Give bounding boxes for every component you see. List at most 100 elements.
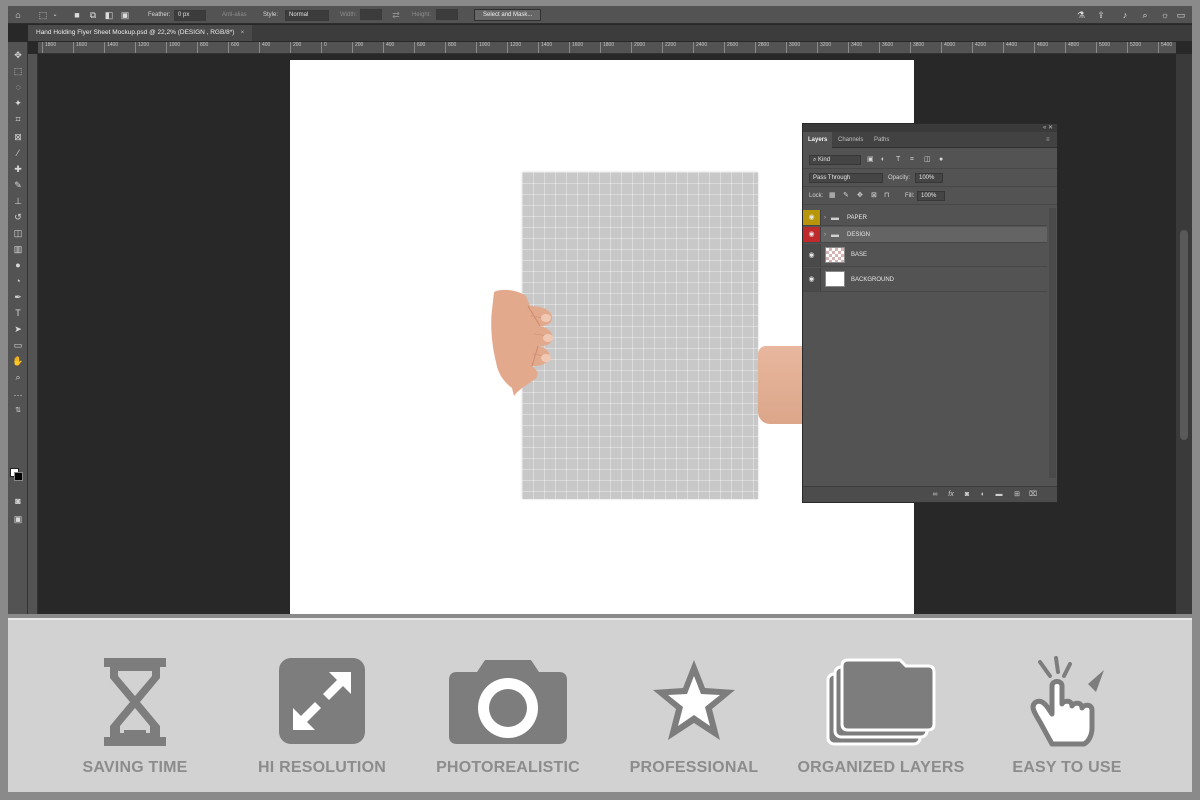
new-selection-icon[interactable]: ■ bbox=[70, 8, 84, 22]
visibility-eye-icon[interactable]: ◉ bbox=[803, 244, 821, 266]
layer-style-icon[interactable]: fx bbox=[945, 489, 957, 500]
visibility-eye-icon[interactable]: ◉ bbox=[803, 268, 821, 291]
layer-row-design[interactable]: ◉ › ▬ DESIGN bbox=[803, 227, 1047, 243]
canvas-scrollbar[interactable] bbox=[1176, 54, 1192, 614]
filter-type-icon[interactable]: T bbox=[896, 155, 900, 166]
tab-channels[interactable]: Channels bbox=[833, 132, 868, 148]
quick-mask-icon[interactable]: ◙ bbox=[11, 494, 25, 508]
ruler-tick: 400 bbox=[259, 42, 270, 53]
lock-position-icon[interactable]: ✥ bbox=[857, 191, 863, 202]
adjustment-layer-icon[interactable]: ◐ bbox=[977, 489, 989, 500]
blend-mode-select[interactable]: Pass Through bbox=[809, 173, 883, 183]
move-tool-icon[interactable]: ✥ bbox=[11, 48, 25, 62]
eyedropper-tool-icon[interactable]: ⁄ bbox=[11, 146, 25, 160]
brush-tool-icon[interactable]: ✎ bbox=[11, 178, 25, 192]
ruler-tick: 800 bbox=[197, 42, 208, 53]
fill-input[interactable]: 100% bbox=[917, 191, 945, 201]
workspace-icon[interactable]: ▭ bbox=[1174, 8, 1188, 22]
visibility-eye-icon[interactable]: ◉ bbox=[803, 210, 821, 225]
feature-label: HI RESOLUTION bbox=[258, 759, 386, 776]
intersect-selection-icon[interactable]: ▣ bbox=[118, 8, 132, 22]
scrollbar-thumb[interactable] bbox=[1180, 230, 1188, 440]
eraser-tool-icon[interactable]: ◫ bbox=[11, 226, 25, 240]
height-input[interactable] bbox=[436, 9, 458, 20]
screen-mode-icon[interactable]: ▣ bbox=[11, 512, 25, 526]
search-icon[interactable]: ⌕ bbox=[1138, 8, 1152, 22]
close-tab-icon[interactable]: × bbox=[240, 29, 244, 36]
filter-shape-icon[interactable]: ⌗ bbox=[910, 155, 914, 166]
history-brush-tool-icon[interactable]: ↺ bbox=[11, 210, 25, 224]
ruler-tick: 4400 bbox=[1003, 42, 1017, 53]
lock-artboard-icon[interactable]: ⊠ bbox=[871, 191, 877, 202]
dodge-tool-icon[interactable]: ◔ bbox=[11, 274, 25, 288]
visibility-eye-icon[interactable]: ◉ bbox=[803, 227, 821, 242]
pen-tool-icon[interactable]: ✒ bbox=[11, 290, 25, 304]
layer-row-base[interactable]: ◉ BASE bbox=[803, 244, 1047, 267]
tab-layers[interactable]: Layers bbox=[803, 132, 833, 148]
link-layers-icon[interactable]: ∞ bbox=[929, 489, 941, 500]
swap-colors-icon[interactable]: ⇅ bbox=[11, 404, 25, 418]
anti-alias-checkbox[interactable]: Anti-alias bbox=[222, 9, 247, 21]
lock-transparency-icon[interactable]: ▦ bbox=[829, 191, 836, 202]
opacity-input[interactable]: 100% bbox=[915, 173, 943, 183]
add-selection-icon[interactable]: ⧉ bbox=[86, 8, 100, 22]
lock-all-icon[interactable]: ⊓ bbox=[884, 191, 889, 202]
crop-tool-icon[interactable]: ⌗ bbox=[11, 112, 25, 126]
clone-stamp-tool-icon[interactable]: ⊥ bbox=[11, 194, 25, 208]
lock-label: Lock: bbox=[809, 193, 824, 199]
marquee-tool-icon[interactable]: ⬚ bbox=[11, 64, 25, 78]
tools-panel: ✥ ⬚ ◌ ✦ ⌗ ⊠ ⁄ ✚ ✎ ⊥ ↺ ◫ ▥ ● ◔ ✒ T ➤ ▭ ✋ … bbox=[8, 42, 28, 614]
panel-menu-icon[interactable]: ≡ bbox=[1041, 132, 1055, 148]
photoshop-window: ⌂ ⬚ ⌄ ■ ⧉ ◧ ▣ Feather: 0 px Anti-alias S… bbox=[8, 6, 1192, 614]
frame-tool-icon[interactable]: ⊠ bbox=[11, 130, 25, 144]
tab-paths[interactable]: Paths bbox=[869, 132, 894, 148]
height-label: Height: bbox=[412, 12, 432, 18]
layer-row-paper[interactable]: ◉ › ▬ PAPER bbox=[803, 210, 1047, 226]
path-selection-tool-icon[interactable]: ➤ bbox=[11, 322, 25, 336]
new-layer-icon[interactable]: ⊞ bbox=[1011, 489, 1023, 500]
blur-tool-icon[interactable]: ● bbox=[11, 258, 25, 272]
layer-filter-select[interactable]: ⌕ Kind bbox=[809, 155, 861, 165]
swap-icon[interactable]: ⇄ bbox=[389, 8, 403, 22]
zoom-tool-icon[interactable]: ⌕ bbox=[11, 370, 25, 384]
brightness-icon[interactable]: ☼ bbox=[1158, 8, 1172, 22]
layers-scrollbar[interactable] bbox=[1049, 208, 1056, 478]
chevron-down-icon[interactable]: ⌄ bbox=[48, 8, 62, 22]
filter-pixel-icon[interactable]: ▣ bbox=[867, 155, 874, 166]
delete-layer-icon[interactable]: ⌧ bbox=[1027, 489, 1039, 500]
document-tab[interactable]: Hand Holding Flyer Sheet Mockup.psd @ 22… bbox=[28, 25, 253, 41]
lock-image-icon[interactable]: ✎ bbox=[843, 191, 849, 202]
ruler-tick: 3400 bbox=[848, 42, 862, 53]
home-icon[interactable]: ⌂ bbox=[11, 8, 25, 22]
expand-group-icon[interactable]: › bbox=[824, 210, 826, 226]
style-select[interactable]: Normal bbox=[285, 10, 329, 21]
healing-brush-tool-icon[interactable]: ✚ bbox=[11, 162, 25, 176]
fill-label: Fill: bbox=[905, 193, 915, 199]
feature-label: PROFESSIONAL bbox=[629, 759, 759, 776]
new-group-icon[interactable]: ▬ bbox=[993, 489, 1005, 500]
type-tool-icon[interactable]: T bbox=[11, 306, 25, 320]
hand-tool-icon[interactable]: ✋ bbox=[11, 354, 25, 368]
layer-row-background[interactable]: ◉ BACKGROUND bbox=[803, 268, 1047, 292]
lasso-tool-icon[interactable]: ◌ bbox=[11, 80, 25, 94]
flask-icon[interactable]: ⚗ bbox=[1074, 8, 1088, 22]
share-icon[interactable]: ⇪ bbox=[1094, 8, 1108, 22]
panel-collapse-controls[interactable]: « ✕ bbox=[803, 124, 1057, 132]
expand-group-icon[interactable]: › bbox=[824, 227, 826, 243]
filter-toggle-icon[interactable]: ● bbox=[939, 155, 943, 166]
feature-label: PHOTOREALISTIC bbox=[436, 759, 580, 776]
bell-icon[interactable]: ♪ bbox=[1118, 8, 1132, 22]
gradient-tool-icon[interactable]: ▥ bbox=[11, 242, 25, 256]
add-mask-icon[interactable]: ◙ bbox=[961, 489, 973, 500]
width-input[interactable] bbox=[360, 9, 382, 20]
filter-smart-object-icon[interactable]: ◫ bbox=[924, 155, 931, 166]
subtract-selection-icon[interactable]: ◧ bbox=[102, 8, 116, 22]
more-tools-icon[interactable]: ⋯ bbox=[11, 388, 25, 402]
rectangle-tool-icon[interactable]: ▭ bbox=[11, 338, 25, 352]
background-color-swatch[interactable] bbox=[14, 472, 23, 481]
feather-input[interactable]: 0 px bbox=[174, 10, 206, 21]
hourglass-icon bbox=[104, 658, 166, 746]
select-and-mask-button[interactable]: Select and Mask... bbox=[474, 9, 542, 21]
magic-wand-tool-icon[interactable]: ✦ bbox=[11, 96, 25, 110]
filter-adjustment-icon[interactable]: ◐ bbox=[881, 155, 885, 166]
